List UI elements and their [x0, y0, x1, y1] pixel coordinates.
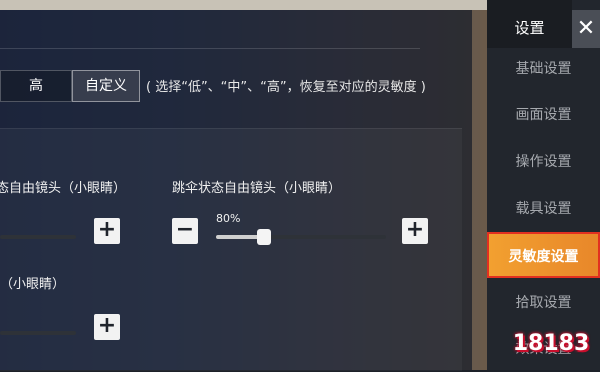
nav-item[interactable]: 拾取设置 [487, 280, 600, 326]
minus-button-right-top[interactable]: − [172, 218, 198, 244]
slider-label-right-top: 跳伞状态自由镜头（小眼睛） [172, 181, 342, 196]
preset-custom-button[interactable]: 自定义 [72, 70, 140, 102]
nav-item[interactable]: 操作设置 [487, 139, 600, 185]
preset-high-button[interactable]: 高 [0, 70, 72, 102]
nav-item[interactable]: 画面设置 [487, 92, 600, 138]
slider-thumb-right-top[interactable] [256, 229, 271, 245]
slider-value-right-top: 80% [216, 212, 241, 225]
nav-item[interactable]: 载具设置 [487, 186, 600, 232]
site-logo: 18183 [512, 331, 590, 356]
slider-label-left-top: 态自由镜头（小眼睛） [0, 181, 127, 196]
preset-note: ( 选择“低”、“中”、“高”，恢复至对应的灵敏度 ) [146, 80, 426, 95]
top-strip [0, 0, 487, 10]
divider [0, 48, 420, 49]
slider-track-right-top[interactable] [216, 229, 386, 245]
settings-title: 设置 [487, 0, 572, 48]
plus-button-left-top[interactable]: + [94, 218, 120, 244]
plus-button-right-top[interactable]: + [402, 218, 428, 244]
slider-label-left-bottom: （小眼睛） [0, 277, 66, 292]
nav-item[interactable]: 灵敏度设置 [487, 232, 600, 278]
plus-button-left-bottom[interactable]: + [94, 314, 120, 340]
slider-track-left-bottom[interactable] [0, 331, 76, 335]
close-icon[interactable]: ✕ [572, 10, 600, 48]
nav-item[interactable]: 基础设置 [487, 46, 600, 92]
slider-track-left-top[interactable] [0, 235, 76, 239]
settings-nav: 设置 ✕ 基础设置 画面设置 操作设置 载具设置 灵敏度设置 拾取设置 效果设置 [487, 0, 600, 370]
